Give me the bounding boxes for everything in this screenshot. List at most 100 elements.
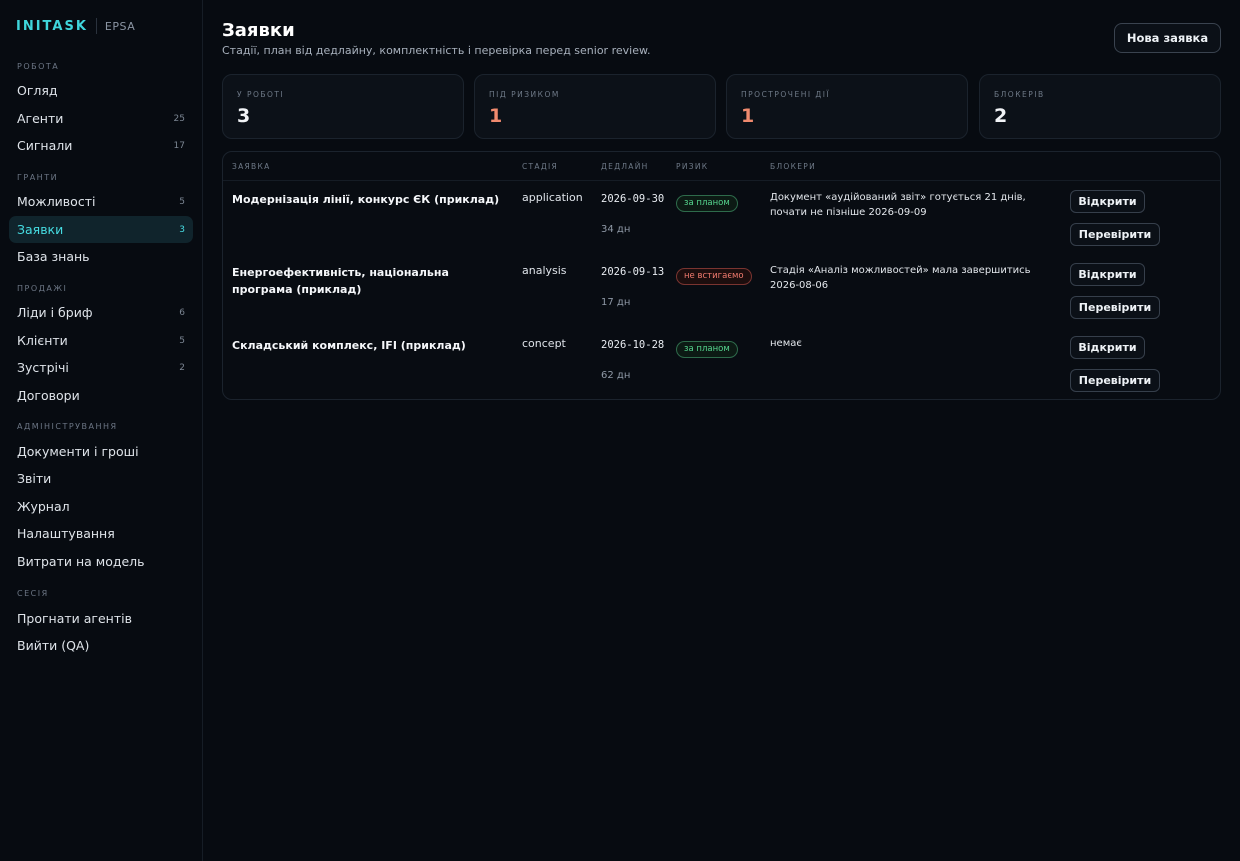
stat-card-blockers: БЛОКЕРІВ 2 bbox=[979, 74, 1221, 139]
sidebar-item-count: 2 bbox=[179, 362, 185, 373]
risk-badge: за планом bbox=[676, 195, 738, 212]
sidebar-item-label: Огляд bbox=[17, 83, 58, 98]
stat-value: 1 bbox=[489, 105, 503, 127]
stat-label: У РОБОТІ bbox=[237, 90, 285, 99]
days-left: 62 дн bbox=[601, 370, 631, 381]
sidebar-item-signals[interactable]: Сигнали 17 bbox=[9, 132, 193, 159]
column-header-stage: СТАДІЯ bbox=[522, 162, 559, 171]
sidebar-item-label: Клієнти bbox=[17, 333, 68, 348]
table-row: Енергоефективність, національна програма… bbox=[223, 255, 1220, 328]
application-deadline: 2026-10-28 bbox=[601, 339, 665, 351]
header-divider bbox=[223, 180, 1220, 181]
page-title: Заявки bbox=[222, 20, 295, 41]
sidebar-item-clients[interactable]: Клієнти 5 bbox=[9, 327, 193, 354]
column-header-application: ЗАЯВКА bbox=[232, 162, 271, 171]
section-title-robota: РОБОТА bbox=[17, 62, 60, 71]
brand-divider bbox=[95, 18, 97, 34]
risk-cell: за планом bbox=[676, 190, 738, 212]
sidebar-item-label: Сигнали bbox=[17, 138, 73, 153]
sidebar-item-reports[interactable]: Звіти bbox=[9, 465, 193, 492]
check-button[interactable]: Перевірити bbox=[1070, 369, 1160, 392]
risk-cell: не встигаємо bbox=[676, 263, 752, 285]
sidebar-item-overview[interactable]: Огляд bbox=[9, 77, 193, 104]
application-stage: application bbox=[522, 191, 583, 204]
page-subtitle: Стадії, план від дедлайну, комплектність… bbox=[222, 44, 651, 57]
section-title-prodazhi: ПРОДАЖІ bbox=[17, 284, 68, 293]
application-stage: concept bbox=[522, 337, 566, 350]
sidebar-item-agents[interactable]: Агенти 25 bbox=[9, 105, 193, 132]
sidebar-item-settings[interactable]: Налаштування bbox=[9, 520, 193, 547]
check-button[interactable]: Перевірити bbox=[1070, 296, 1160, 319]
sidebar-item-label: Документи і гроші bbox=[17, 444, 139, 459]
stat-value: 1 bbox=[741, 105, 755, 127]
brand-logo: INITASK bbox=[16, 18, 88, 34]
sidebar-item-contracts[interactable]: Договори bbox=[9, 382, 193, 409]
stat-label: ПРОСТРОЧЕНІ ДІЇ bbox=[741, 90, 831, 99]
stat-card-at-risk: ПІД РИЗИКОМ 1 bbox=[474, 74, 716, 139]
stat-card-overdue: ПРОСТРОЧЕНІ ДІЇ 1 bbox=[726, 74, 968, 139]
sidebar-item-leads[interactable]: Ліди і бриф 6 bbox=[9, 299, 193, 326]
application-stage: analysis bbox=[522, 264, 567, 277]
column-header-risk: РИЗИК bbox=[676, 162, 709, 171]
sidebar-item-label: Вийти (QA) bbox=[17, 638, 90, 653]
section-title-admin: АДМІНІСТРУВАННЯ bbox=[17, 422, 118, 431]
sidebar-item-label: База знань bbox=[17, 249, 90, 264]
check-button[interactable]: Перевірити bbox=[1070, 223, 1160, 246]
sidebar-item-label: Заявки bbox=[17, 222, 64, 237]
table-row: Складський комплекс, IFI (приклад) conce… bbox=[223, 328, 1220, 401]
sidebar-item-count: 5 bbox=[179, 335, 185, 346]
sidebar-item-label: Звіти bbox=[17, 471, 52, 486]
sidebar-item-count: 25 bbox=[173, 113, 185, 124]
sidebar-item-label: Ліди і бриф bbox=[17, 305, 93, 320]
brand-subtitle: EPSA bbox=[104, 19, 136, 33]
sidebar-item-model-costs[interactable]: Витрати на модель bbox=[9, 548, 193, 575]
sidebar-item-label: Налаштування bbox=[17, 526, 115, 541]
stat-label: ПІД РИЗИКОМ bbox=[489, 90, 560, 99]
column-header-deadline: ДЕДЛАЙН bbox=[601, 162, 649, 171]
sidebar-item-label: Прогнати агентів bbox=[17, 611, 132, 626]
risk-badge: за планом bbox=[676, 341, 738, 358]
risk-badge: не встигаємо bbox=[676, 268, 752, 285]
application-deadline: 2026-09-30 bbox=[601, 193, 665, 205]
section-title-granty: ГРАНТИ bbox=[17, 173, 59, 182]
sidebar-item-label: Зустрічі bbox=[17, 360, 69, 375]
open-button[interactable]: Відкрити bbox=[1070, 263, 1145, 286]
sidebar-item-run-agents[interactable]: Прогнати агентів bbox=[9, 605, 193, 632]
open-button[interactable]: Відкрити bbox=[1070, 190, 1145, 213]
sidebar-item-count: 17 bbox=[173, 140, 185, 151]
stat-label: БЛОКЕРІВ bbox=[994, 90, 1045, 99]
application-deadline: 2026-09-13 bbox=[601, 266, 665, 278]
section-title-session: СЕСІЯ bbox=[17, 589, 49, 598]
risk-cell: за планом bbox=[676, 336, 738, 358]
sidebar-item-journal[interactable]: Журнал bbox=[9, 493, 193, 520]
sidebar-item-count: 5 bbox=[179, 196, 185, 207]
sidebar-item-label: Можливості bbox=[17, 194, 96, 209]
sidebar-item-meetings[interactable]: Зустрічі 2 bbox=[9, 354, 193, 381]
sidebar-item-applications[interactable]: Заявки 3 bbox=[9, 216, 193, 243]
brand: INITASK EPSA bbox=[16, 18, 135, 34]
stat-value: 2 bbox=[994, 105, 1008, 127]
sidebar: INITASK EPSA РОБОТА Огляд Агенти 25 Сигн… bbox=[0, 0, 203, 861]
column-header-blockers: БЛОКЕРИ bbox=[770, 162, 816, 171]
blockers-text: Стадія «Аналіз можливостей» мала заверши… bbox=[770, 265, 1031, 291]
sidebar-item-label: Витрати на модель bbox=[17, 554, 145, 569]
sidebar-item-knowledge-base[interactable]: База знань bbox=[9, 243, 193, 270]
blockers-text: немає bbox=[770, 338, 802, 349]
applications-table: ЗАЯВКА СТАДІЯ ДЕДЛАЙН РИЗИК БЛОКЕРИ Моде… bbox=[222, 151, 1221, 400]
sidebar-item-opportunities[interactable]: Можливості 5 bbox=[9, 188, 193, 215]
application-name: Енергоефективність, національна програма… bbox=[232, 266, 449, 296]
stat-value: 3 bbox=[237, 105, 251, 127]
sidebar-item-documents[interactable]: Документи і гроші bbox=[9, 438, 193, 465]
application-name: Складський комплекс, IFI (приклад) bbox=[232, 339, 466, 352]
table-row: Модернізація лінії, конкурс ЄК (приклад)… bbox=[223, 182, 1220, 255]
open-button[interactable]: Відкрити bbox=[1070, 336, 1145, 359]
stat-card-in-progress: У РОБОТІ 3 bbox=[222, 74, 464, 139]
sidebar-item-label: Журнал bbox=[17, 499, 70, 514]
sidebar-item-label: Агенти bbox=[17, 111, 64, 126]
application-name: Модернізація лінії, конкурс ЄК (приклад) bbox=[232, 193, 500, 206]
days-left: 17 дн bbox=[601, 297, 631, 308]
sidebar-item-logout[interactable]: Вийти (QA) bbox=[9, 632, 193, 659]
blockers-text: Документ «аудійований звіт» готується 21… bbox=[770, 192, 1026, 218]
sidebar-item-label: Договори bbox=[17, 388, 80, 403]
new-application-button[interactable]: Нова заявка bbox=[1114, 23, 1221, 53]
